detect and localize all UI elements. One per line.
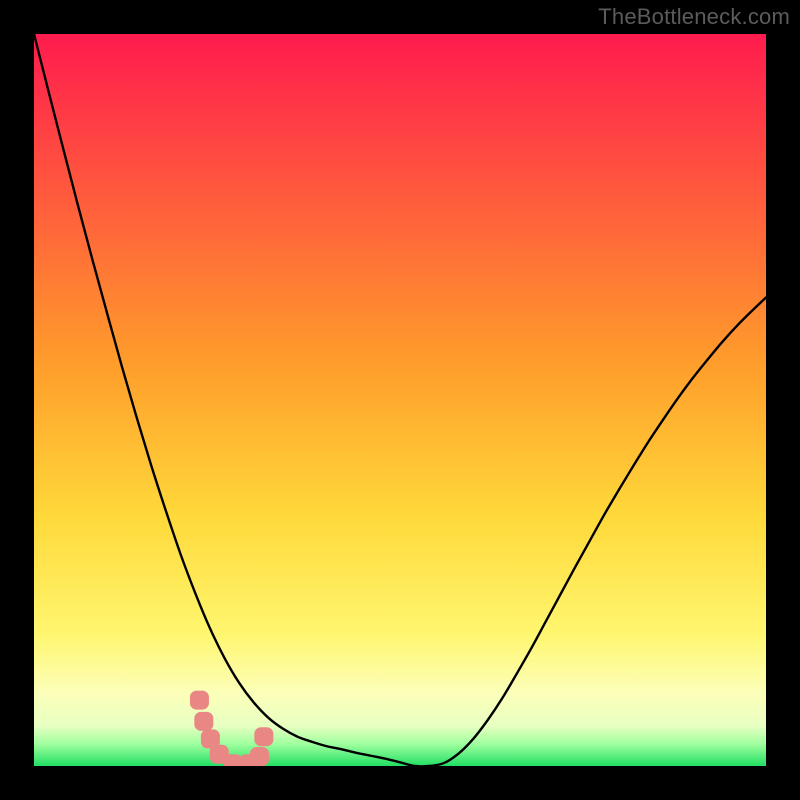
marker-point [194, 712, 213, 731]
optimal-markers [34, 34, 766, 766]
marker-point [190, 691, 209, 710]
chart-frame: TheBottleneck.com [0, 0, 800, 800]
marker-point [254, 727, 273, 746]
marker-point [250, 747, 269, 766]
watermark-text: TheBottleneck.com [598, 4, 790, 30]
plot-area [34, 34, 766, 766]
